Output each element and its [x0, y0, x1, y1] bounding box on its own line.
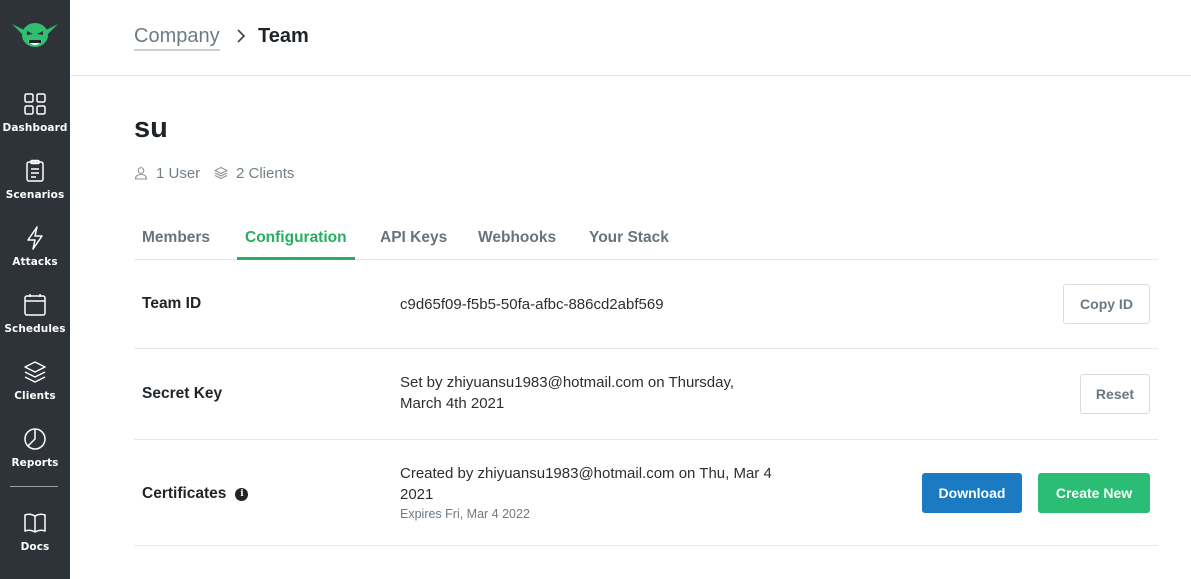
- sidebar: Dashboard Scenarios Attacks Schedules Cl…: [0, 0, 70, 579]
- create-new-button[interactable]: Create New: [1038, 473, 1150, 513]
- calendar-icon: [24, 294, 46, 316]
- breadcrumb-company-link[interactable]: Company: [134, 25, 220, 51]
- certificates-value: Created by zhiyuansu1983@hotmail.com on …: [400, 465, 772, 503]
- book-icon: [24, 513, 46, 533]
- team-id-label: Team ID: [142, 295, 202, 312]
- user-count: 1 User: [134, 164, 200, 182]
- sidebar-divider: [10, 486, 58, 487]
- user-count-label: 1 User: [156, 164, 201, 182]
- layers-icon: [214, 166, 228, 180]
- certificates-expiry: Expires Fri, Mar 4 2022: [400, 507, 530, 521]
- tab-webhooks[interactable]: Webhooks: [470, 220, 564, 260]
- sidebar-item-label: Reports: [11, 457, 59, 469]
- tab-members[interactable]: Members: [134, 220, 218, 260]
- dashboard-grid-icon: [24, 93, 46, 115]
- pie-chart-icon: [24, 428, 46, 450]
- layers-icon: [24, 361, 46, 383]
- sidebar-item-label: Clients: [14, 390, 56, 402]
- certificates-info: Created by zhiyuansu1983@hotmail.com on …: [400, 463, 780, 522]
- sidebar-item-attacks[interactable]: Attacks: [0, 226, 70, 286]
- sidebar-item-reports[interactable]: Reports: [0, 427, 70, 487]
- secret-key-row: Secret Key Set by zhiyuansu1983@hotmail.…: [134, 349, 1158, 440]
- download-button[interactable]: Download: [922, 473, 1022, 513]
- team-id-row: Team ID c9d65f09-f5b5-50fa-afbc-886cd2ab…: [134, 260, 1158, 349]
- clipboard-icon: [26, 159, 44, 182]
- certificates-label-group: Certificates i: [142, 485, 249, 503]
- sidebar-item-dashboard[interactable]: Dashboard: [0, 92, 70, 152]
- certificates-row: Certificates i Created by zhiyuansu1983@…: [134, 440, 1158, 546]
- tab-your-stack[interactable]: Your Stack: [581, 220, 677, 260]
- client-count: 2 Clients: [214, 164, 294, 182]
- sidebar-item-label: Docs: [20, 541, 50, 553]
- lightning-icon: [27, 226, 43, 250]
- sidebar-item-label: Dashboard: [2, 122, 68, 134]
- copy-id-button[interactable]: Copy ID: [1063, 284, 1150, 324]
- reset-button[interactable]: Reset: [1080, 374, 1150, 414]
- certificates-label: Certificates: [142, 485, 227, 502]
- sidebar-item-schedules[interactable]: Schedules: [0, 293, 70, 353]
- secret-key-label: Secret Key: [142, 385, 223, 402]
- sidebar-item-label: Scenarios: [5, 189, 65, 201]
- breadcrumb-current: Team: [258, 25, 309, 47]
- chevron-right-icon: [237, 29, 246, 43]
- user-icon: [134, 167, 148, 180]
- team-id-value: c9d65f09-f5b5-50fa-afbc-886cd2abf569: [400, 296, 664, 313]
- page-title: su: [134, 112, 168, 144]
- sidebar-item-label: Attacks: [12, 256, 58, 268]
- sidebar-item-docs[interactable]: Docs: [0, 511, 70, 571]
- info-icon[interactable]: i: [235, 487, 249, 501]
- tab-configuration[interactable]: Configuration: [237, 220, 355, 260]
- sidebar-item-clients[interactable]: Clients: [0, 360, 70, 420]
- client-count-label: 2 Clients: [236, 164, 295, 182]
- sidebar-item-label: Schedules: [4, 323, 66, 335]
- tab-bar: Members Configuration API Keys Webhooks …: [134, 220, 1158, 260]
- breadcrumb: Company Team: [70, 0, 1191, 76]
- sidebar-item-scenarios[interactable]: Scenarios: [0, 159, 70, 219]
- tab-api-keys[interactable]: API Keys: [372, 220, 455, 260]
- goblin-logo[interactable]: [10, 18, 60, 52]
- secret-key-value: Set by zhiyuansu1983@hotmail.com on Thur…: [400, 374, 735, 412]
